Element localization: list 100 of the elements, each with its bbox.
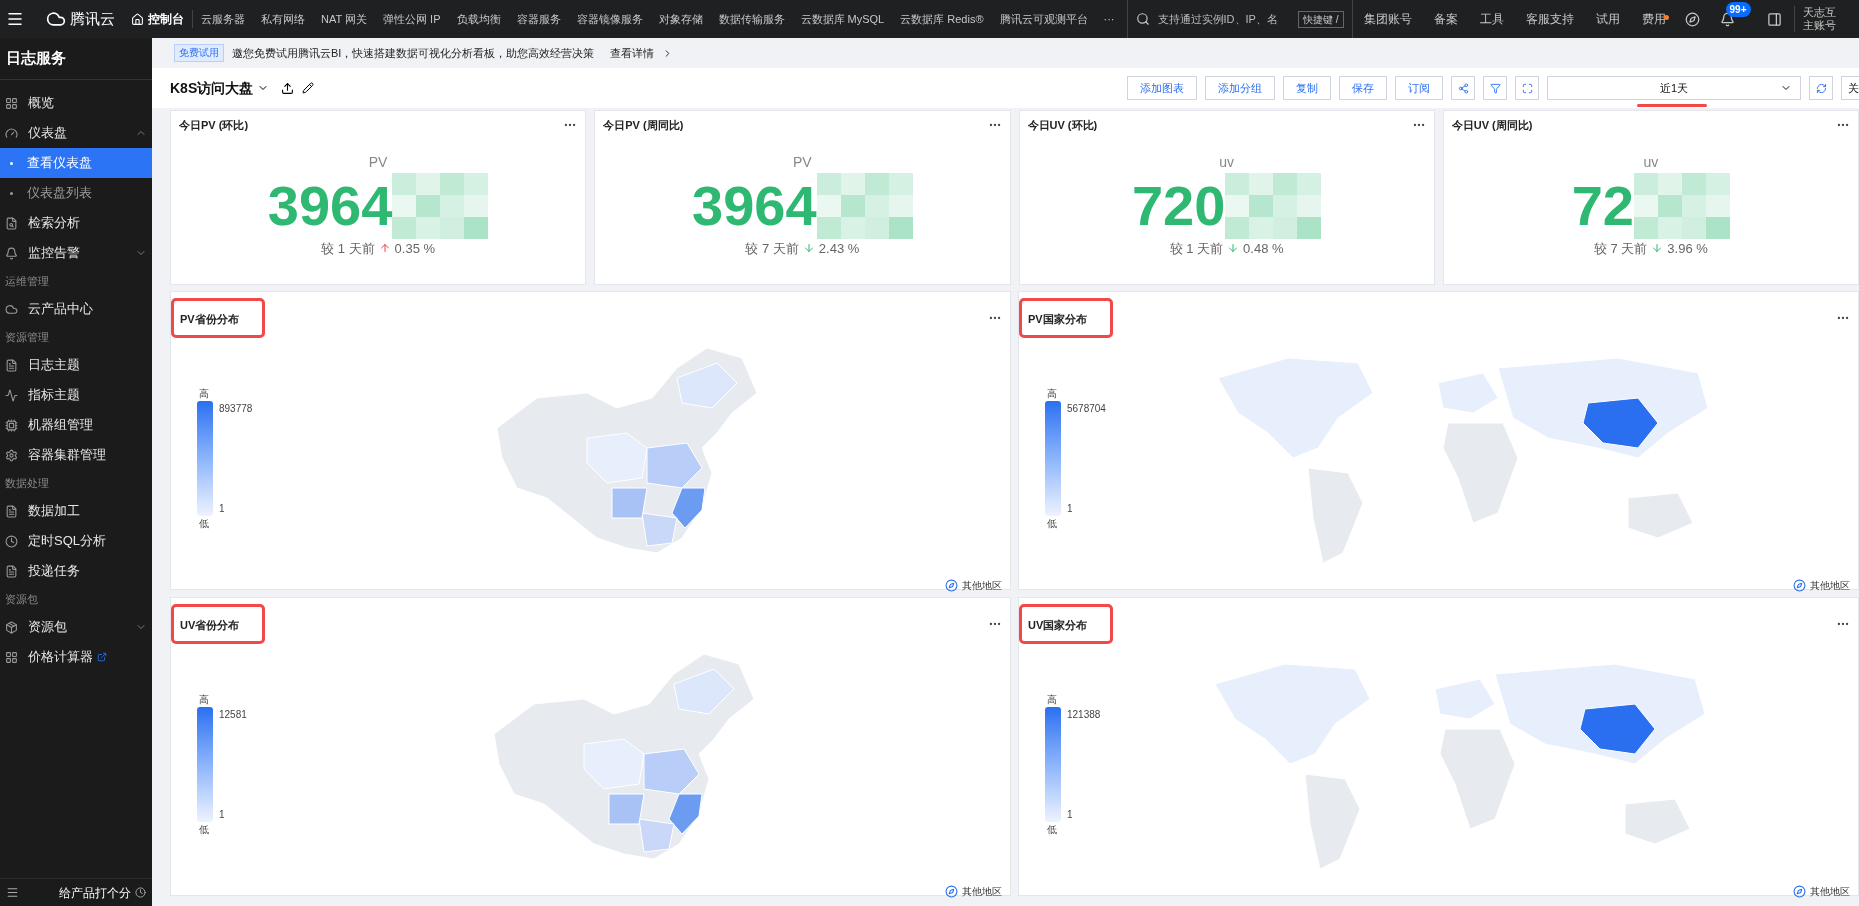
legend-high-label: 高 (1047, 692, 1057, 707)
home-icon (131, 12, 144, 26)
chart-icon (5, 388, 18, 402)
compass-icon[interactable] (1793, 579, 1806, 592)
metric-value: 72 (1571, 175, 1634, 236)
nav-link[interactable]: 容器服务 (508, 10, 569, 28)
nav-link[interactable]: 私有网络 (253, 10, 313, 28)
header-link[interactable]: 工具 (1468, 10, 1515, 28)
nav-link[interactable]: ··· (1095, 10, 1123, 28)
sidebar-item[interactable]: 定时SQL分析 (0, 526, 152, 556)
legend-max-value: 893778 (219, 401, 253, 416)
item-label: 容器集群管理 (28, 446, 106, 465)
legend-high-label: 高 (1047, 386, 1057, 401)
clock-icon (135, 887, 146, 898)
compass-icon[interactable] (945, 579, 958, 592)
nav-link[interactable]: 弹性公网 IP (375, 10, 449, 28)
unit-label: uv (1643, 152, 1659, 172)
document-icon (5, 358, 18, 372)
toolbar-button[interactable]: 保存 (1339, 76, 1387, 100)
legend-max-value: 5678704 (1067, 401, 1106, 416)
legend-high-label: 高 (199, 386, 209, 401)
brand-name: 腾讯云 (70, 8, 115, 29)
sidebar-item[interactable]: 数据加工 (0, 496, 152, 526)
sidebar-subitem[interactable]: 查看仪表盘 (0, 148, 152, 178)
bell-icon[interactable] (1719, 11, 1735, 27)
chip-icon (5, 418, 18, 432)
change-value: 0.48 % (1243, 239, 1284, 258)
shortcut-hint: 快捷键 / (1297, 10, 1344, 28)
bell-icon (5, 246, 18, 260)
toolbar-button[interactable]: 订阅 (1395, 76, 1443, 100)
sidebar-item[interactable]: 容器集群管理 (0, 440, 152, 470)
details-link[interactable]: 查看详情 (610, 44, 655, 62)
upload-icon[interactable] (281, 81, 295, 95)
sidebar-item[interactable]: 云产品中心 (0, 294, 152, 324)
count-badge: 99+ (1725, 1, 1751, 17)
nav-link[interactable]: 数据传输服务 (710, 10, 793, 28)
sidebar-item[interactable]: 检索分析 (0, 208, 152, 238)
sidebar-item[interactable]: 概览 (0, 88, 152, 118)
search-field[interactable]: 支持通过实例ID、IP、名 (1157, 10, 1298, 28)
toolbar-button[interactable]: 添加图表 (1127, 76, 1197, 100)
card-title: 今日PV (环比) (179, 118, 249, 133)
metric-value: 720 (1131, 175, 1226, 236)
sidebar-item[interactable]: 投递任务 (0, 556, 152, 586)
nav-link[interactable]: 腾讯云可观测平台 (991, 10, 1096, 28)
header-link[interactable]: 备案 (1422, 10, 1469, 28)
time-range-select[interactable]: 近1天 (1547, 76, 1801, 100)
header-link[interactable]: 试用 (1584, 10, 1631, 28)
panel-icon[interactable] (1766, 11, 1782, 27)
header-link[interactable]: 费用 (1630, 10, 1677, 28)
other-regions-link[interactable]: 其他地区 (1810, 578, 1850, 593)
menu-icon[interactable] (6, 10, 24, 28)
legend-max-value: 12581 (219, 707, 247, 722)
nav-link[interactable]: 云数据库 Redis® (892, 10, 992, 28)
sidebar-item[interactable]: 价格计算器 (0, 642, 152, 672)
sidebar-item[interactable]: 日志主题 (0, 350, 152, 380)
item-label: 价格计算器 (28, 648, 93, 667)
compass-icon[interactable] (945, 885, 958, 898)
fullscreen-button[interactable] (1515, 76, 1539, 100)
sidebar-subitem[interactable]: 仪表盘列表 (0, 178, 152, 208)
header-link[interactable]: 集团账号 (1352, 10, 1423, 28)
refresh-button[interactable] (1809, 76, 1833, 100)
item-label: 日志主题 (28, 356, 80, 375)
sidebar-item[interactable]: 指标主题 (0, 380, 152, 410)
other-regions-link[interactable]: 其他地区 (1810, 884, 1850, 899)
toolbar-button[interactable]: 复制 (1283, 76, 1331, 100)
share-button[interactable] (1451, 76, 1475, 100)
nav-link[interactable]: 云数据库 MySQL (792, 10, 893, 28)
sidebar-item[interactable]: 仪表盘 (0, 118, 152, 148)
nav-link[interactable]: 负载均衡 (448, 10, 509, 28)
dashboard-title[interactable]: K8S访问大盘 (170, 77, 254, 99)
item-label: 指标主题 (28, 386, 80, 405)
share-icon (1457, 82, 1469, 94)
edit-icon[interactable] (302, 82, 315, 94)
change-value: 0.35 % (394, 239, 436, 258)
sidebar-item[interactable]: 监控告警 (0, 238, 152, 268)
unit-label: uv (1219, 152, 1234, 172)
nav-link[interactable]: NAT 网关 (313, 10, 376, 28)
close-button[interactable]: 关 (1841, 76, 1859, 100)
sidebar-item[interactable]: 机器组管理 (0, 410, 152, 440)
toolbar-button[interactable]: 添加分组 (1205, 76, 1275, 100)
feedback-link[interactable]: 给产品打个分 (59, 883, 131, 902)
legend-low-label: 低 (1047, 822, 1057, 837)
compass-icon[interactable] (1793, 885, 1806, 898)
compass-icon[interactable] (1684, 11, 1700, 27)
console-link[interactable]: 控制台 (148, 10, 193, 28)
filter-button[interactable] (1483, 76, 1507, 100)
search-icon (5, 216, 18, 230)
nav-link[interactable]: 云服务器 (193, 10, 253, 28)
package-icon (5, 620, 18, 634)
sidebar-item[interactable]: 资源包 (0, 612, 152, 642)
header-link[interactable]: 客服支持 (1514, 10, 1585, 28)
highlight-underline (1637, 104, 1707, 107)
search-icon (1135, 12, 1150, 26)
user-name[interactable]: 天志互 (1802, 6, 1836, 19)
section-label: 资源包 (4, 591, 39, 607)
fullscreen-icon (1521, 82, 1533, 94)
other-regions-link[interactable]: 其他地区 (962, 884, 1002, 899)
other-regions-link[interactable]: 其他地区 (962, 578, 1002, 593)
nav-link[interactable]: 对象存储 (650, 10, 711, 28)
nav-link[interactable]: 容器镜像服务 (568, 10, 651, 28)
